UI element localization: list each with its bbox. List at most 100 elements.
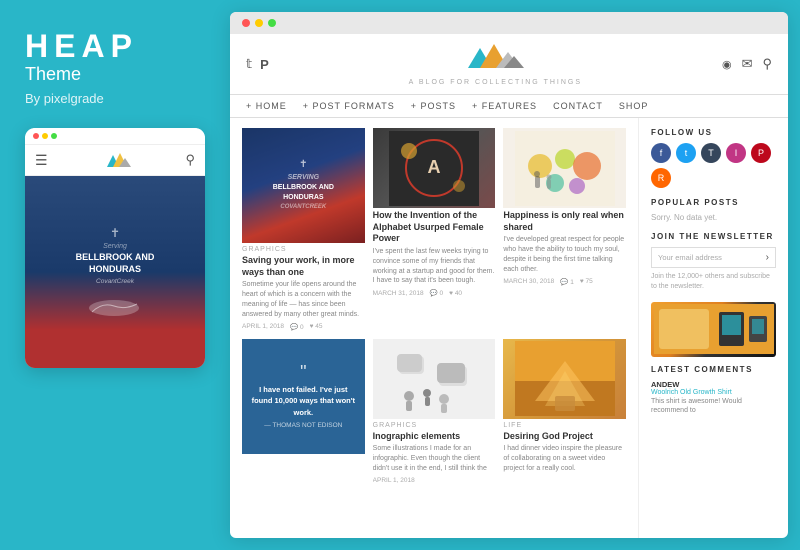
posts-row-1: ✝ Serving BELLBROOK ANDHONDURAS CovantCr… <box>242 128 626 331</box>
nav-features[interactable]: + FEATURES <box>472 101 537 111</box>
post-meta: APRIL 1, 2018 <box>373 477 496 484</box>
post-title[interactable]: Happiness is only real when shared <box>503 210 626 233</box>
post-date: APRIL 1, 2018 <box>373 477 415 484</box>
follow-tumblr-icon[interactable]: T <box>701 143 721 163</box>
popular-posts-title: POPULAR POSTS <box>651 198 776 207</box>
post-excerpt: I've spent the last few weeks trying to … <box>373 247 496 286</box>
desiringgod-svg <box>515 341 615 416</box>
post-image-desiringgod <box>503 339 626 419</box>
hamburger-icon[interactable]: ☰ <box>35 152 48 169</box>
post-likes: ♥ 75 <box>580 278 593 285</box>
post-comments: 💬 1 <box>560 278 574 286</box>
blog-sidebar: FOLLOW US f t T I P R POPULAR POSTS Sorr… <box>638 118 788 538</box>
post-card-happiness: Happiness is only real when shared I've … <box>503 128 626 331</box>
quote-mark: " <box>300 363 306 381</box>
post-image-quote: " I have not failed. I've just found 10,… <box>242 339 365 454</box>
infographic-svg <box>389 341 479 416</box>
follow-pinterest-icon[interactable]: P <box>751 143 771 163</box>
popular-posts-section: POPULAR POSTS Sorry. No data yet. <box>651 198 776 222</box>
post-likes-icon: ♥ 45 <box>310 323 323 330</box>
nav-shop[interactable]: SHOP <box>619 101 649 111</box>
post-excerpt: Sometime your life opens around the hear… <box>242 280 365 319</box>
post-image-happiness <box>503 128 626 208</box>
mobile-featured-image: ✝ Serving BELLBROOK ANDHONDURAS CovantCr… <box>25 176 205 368</box>
twitter-icon[interactable]: 𝕥 <box>246 56 252 72</box>
follow-us-title: FOLLOW US <box>651 128 776 137</box>
mobile-logo-svg <box>103 151 131 169</box>
site-logo: A BLOG FOR COLLECTING THINGS <box>409 42 582 86</box>
newsletter-body-text: Join the 12,000+ others and subscribe to… <box>651 272 776 292</box>
bellbrook-book-text: Serving BELLBROOK ANDHONDURAS CovantCree… <box>273 173 334 212</box>
mobile-mockup: ☰ ⚲ ✝ Serving BELLBROOK ANDHONDURAS Cova… <box>25 128 205 368</box>
post-category: LIFE <box>503 422 626 429</box>
post-image-infographic <box>373 339 496 419</box>
nav-contact[interactable]: CONTACT <box>553 101 603 111</box>
comment-text: This shirt is awesome! Would recommend t… <box>651 397 776 415</box>
post-category: GRAPHICS <box>242 246 365 253</box>
brand-title: HEAP <box>25 30 138 62</box>
alphabet-svg: A <box>389 131 479 206</box>
mobile-search-icon[interactable]: ⚲ <box>185 152 195 168</box>
post-meta: APRIL 1, 2018 💬 0 ♥ 45 <box>242 323 365 331</box>
newsletter-placeholder[interactable]: Your email address <box>658 253 722 262</box>
mobile-window-dots <box>33 133 57 139</box>
cross-icon: ✝ <box>299 159 307 170</box>
post-comments: 💬 0 <box>430 289 444 297</box>
mobile-top-bar <box>25 128 205 145</box>
rss-icon[interactable]: ◉ <box>722 58 732 71</box>
post-card-infographic: GRAPHICS Inographic elements Some illust… <box>373 339 496 484</box>
newsletter-title: JOIN THE NEWSLETTER <box>651 232 776 241</box>
post-title[interactable]: How the Invention of the Alphabet Usurpe… <box>373 210 496 245</box>
post-likes: ♥ 40 <box>449 290 462 297</box>
newsletter-submit-icon[interactable]: › <box>766 252 769 263</box>
chrome-dot-green <box>268 19 276 27</box>
search-icon[interactable]: ⚲ <box>762 56 772 72</box>
comment-author: ANDEW <box>651 380 776 389</box>
posts-area: ✝ Serving BELLBROOK ANDHONDURAS CovantCr… <box>230 118 638 538</box>
post-image-bellbrook: ✝ Serving BELLBROOK ANDHONDURAS CovantCr… <box>242 128 365 243</box>
follow-facebook-icon[interactable]: f <box>651 143 671 163</box>
pinterest-icon[interactable]: P <box>260 57 269 72</box>
blog-header: 𝕥 P A BLOG FOR COLLECTING THINGS ◉ ✉ ⚲ <box>230 34 788 95</box>
post-title[interactable]: Desiring God Project <box>503 431 626 443</box>
comment-item: ANDEW Woolrich Old Growth Shirt This shi… <box>651 380 776 415</box>
svg-text:A: A <box>427 157 440 177</box>
latest-comments-section: LATEST COMMENTS ANDEW Woolrich Old Growt… <box>651 365 776 415</box>
post-excerpt: Some illustrations I made for an infogra… <box>373 444 496 473</box>
newsletter-input-wrapper: Your email address › <box>651 247 776 268</box>
mobile-dot-green <box>51 133 57 139</box>
sidebar-product-image <box>651 302 776 357</box>
brand-byline: By pixelgrade <box>25 91 104 106</box>
post-title[interactable]: Saving your work, in more ways than one <box>242 255 365 278</box>
follow-twitter-icon[interactable]: t <box>676 143 696 163</box>
mobile-dot-red <box>33 133 39 139</box>
header-right-icons: ◉ ✉ ⚲ <box>722 56 772 72</box>
left-panel: HEAP Theme By pixelgrade ☰ ⚲ ✝ <box>0 0 230 550</box>
post-comments-icon: 💬 0 <box>290 323 304 331</box>
nav-post-formats[interactable]: + POST FORMATS <box>303 101 395 111</box>
nav-home[interactable]: + HOME <box>246 101 287 111</box>
header-social-links: 𝕥 P <box>246 56 269 72</box>
mail-icon[interactable]: ✉ <box>742 56 753 72</box>
mobile-nav: ☰ ⚲ <box>25 145 205 176</box>
comment-post-link[interactable]: Woolrich Old Growth Shirt <box>651 389 776 396</box>
popular-posts-empty: Sorry. No data yet. <box>651 213 776 222</box>
browser-panel: 𝕥 P A BLOG FOR COLLECTING THINGS ◉ ✉ ⚲ +… <box>230 12 788 538</box>
mobile-logo <box>103 151 131 169</box>
quote-text: I have not failed. I've just found 10,00… <box>250 384 357 418</box>
chrome-dot-red <box>242 19 250 27</box>
post-card-alphabet: A How the Invention of the Alphabet Usur… <box>373 128 496 331</box>
browser-chrome <box>230 12 788 34</box>
quote-author: — THOMAS NOT EDISON <box>264 422 342 429</box>
post-title[interactable]: Inographic elements <box>373 431 496 443</box>
post-image-alphabet: A <box>373 128 496 208</box>
nav-posts[interactable]: + POSTS <box>411 101 456 111</box>
posts-row-2: " I have not failed. I've just found 10,… <box>242 339 626 484</box>
blog-nav: + HOME + POST FORMATS + POSTS + FEATURES… <box>230 95 788 118</box>
logo-tagline: A BLOG FOR COLLECTING THINGS <box>409 79 582 86</box>
post-date: MARCH 31, 2018 <box>373 290 424 297</box>
follow-instagram-icon[interactable]: I <box>726 143 746 163</box>
latest-comments-title: LATEST COMMENTS <box>651 365 776 374</box>
mobile-map-svg <box>87 294 142 316</box>
follow-rss-icon[interactable]: R <box>651 168 671 188</box>
